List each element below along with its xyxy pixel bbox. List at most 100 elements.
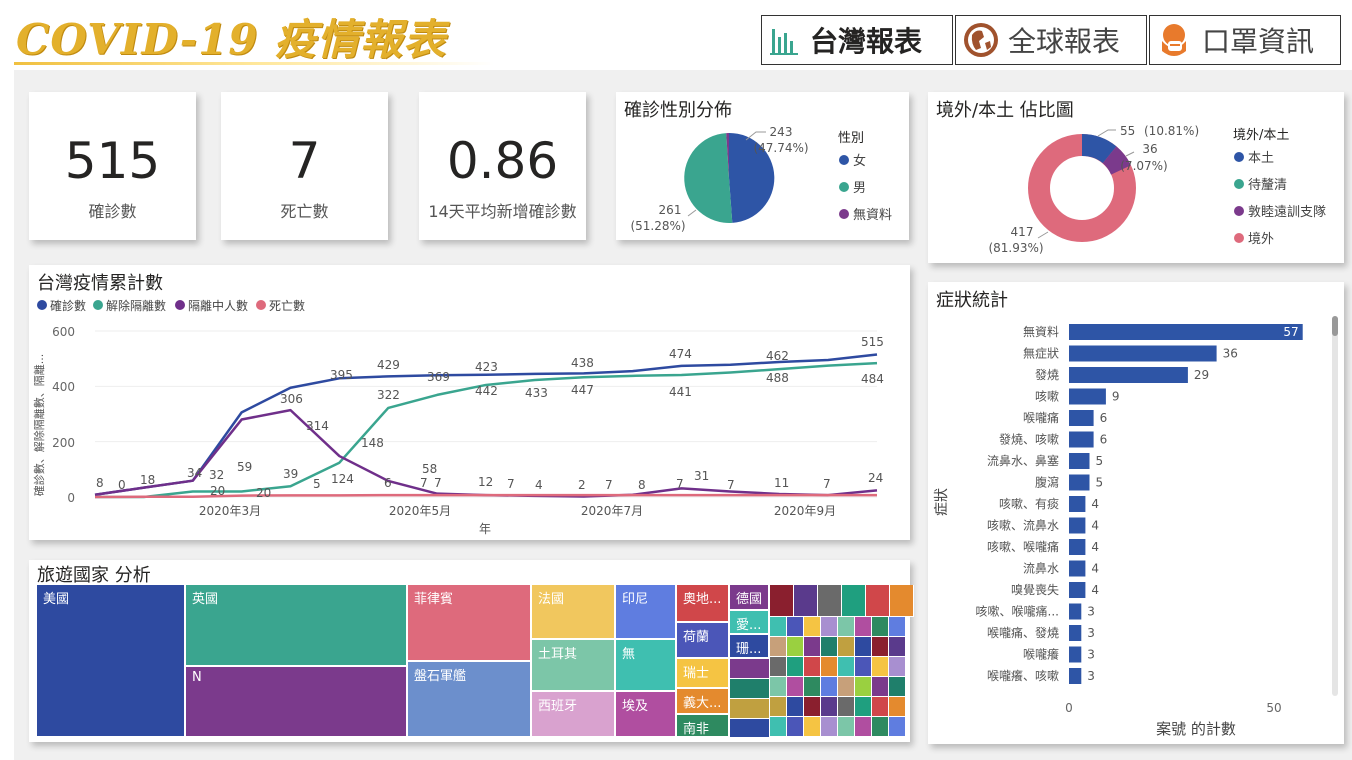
treemap-tile-small[interactable] (730, 719, 770, 738)
treemap-tile-small[interactable] (838, 657, 855, 677)
kpi-card-confirmed[interactable]: 515 確診數 (29, 92, 196, 240)
symptoms-bar-card[interactable]: 症狀統計 症狀 0 50 案號 的計數 無資料 57 無症狀 36 發燒 29 咳嗽 9 喉嚨痛… (928, 282, 1344, 744)
symptom-bar[interactable] (1069, 603, 1082, 620)
treemap-tile-small[interactable] (855, 617, 872, 637)
treemap-tile-small[interactable] (804, 637, 821, 657)
treemap-tile[interactable]: 菲律賓 (408, 585, 532, 662)
legend-item[interactable]: 解除隔離數 (106, 298, 166, 313)
treemap-tile-small[interactable] (787, 637, 804, 657)
symptom-bar[interactable] (1069, 539, 1086, 555)
kpi-card-14day-avg[interactable]: 0.86 14天平均新增確診數 (419, 92, 586, 240)
legend-item[interactable]: 敦睦遠訓支隊 (1248, 204, 1326, 220)
treemap-tile-small[interactable] (889, 717, 906, 737)
treemap-tile-small[interactable] (787, 617, 804, 637)
treemap-tile-small[interactable] (872, 617, 889, 637)
treemap-tile-small[interactable] (770, 697, 787, 717)
treemap-tile-small[interactable] (889, 617, 906, 637)
treemap-tile-small[interactable] (838, 697, 855, 717)
symptom-bar[interactable] (1069, 367, 1188, 383)
treemap-tile-small[interactable] (787, 697, 804, 717)
treemap-tile[interactable]: 德國 (730, 585, 770, 611)
treemap-tile-small[interactable] (787, 657, 804, 677)
treemap-tile-small[interactable] (889, 677, 906, 697)
treemap-tile-small[interactable] (730, 659, 770, 679)
nav-button-mask-info[interactable]: 口罩資訊 (1149, 15, 1341, 65)
treemap-tile-small[interactable] (787, 717, 804, 737)
legend-item[interactable]: 女 (853, 153, 866, 169)
treemap-tile[interactable]: N (186, 667, 408, 738)
symptom-bar[interactable] (1069, 646, 1082, 663)
treemap-tile-small[interactable] (804, 677, 821, 697)
treemap-tile-small[interactable] (842, 585, 866, 617)
treemap-tile-small[interactable] (838, 677, 855, 697)
symptom-bar[interactable] (1069, 625, 1082, 641)
treemap-tile-small[interactable] (855, 697, 872, 717)
cumulative-line-card[interactable]: 台灣疫情累計數 確診數 解除隔離數 隔離中人數 死亡數 600 400 200 … (29, 265, 910, 540)
treemap-tile-small[interactable] (890, 585, 914, 617)
scrollbar-thumb[interactable] (1332, 316, 1338, 336)
treemap-tile-small[interactable] (821, 677, 838, 697)
treemap-tile[interactable]: 西班牙 (532, 692, 616, 738)
symptom-bar[interactable] (1069, 582, 1086, 598)
treemap-tile-small[interactable] (818, 585, 842, 617)
treemap-tile-small[interactable] (804, 717, 821, 737)
treemap-tile[interactable]: 英國 (186, 585, 408, 667)
treemap-tile[interactable]: 法國 (532, 585, 616, 640)
treemap-tile-small[interactable] (866, 585, 890, 617)
treemap-tile-small[interactable] (804, 657, 821, 677)
symptom-bar[interactable] (1069, 517, 1086, 534)
treemap-tile-small[interactable] (855, 657, 872, 677)
gender-pie-card[interactable]: 確診性別分佈 243 (47.74%) 261 (51.28%) 性別 女 男 … (616, 92, 909, 240)
treemap-tile[interactable]: 珊... (730, 635, 770, 659)
treemap-tile[interactable]: 荷蘭 (677, 623, 730, 659)
nav-button-taiwan-report[interactable]: 台灣報表 (761, 15, 953, 65)
treemap-tile-small[interactable] (889, 637, 906, 657)
source-donut-card[interactable]: 境外/本土 佔比圖 55 (10.81%) 36 (7.07%) 417 (81… (928, 92, 1344, 263)
treemap-tile-small[interactable] (821, 697, 838, 717)
treemap-tile[interactable]: 瑞士 (677, 659, 730, 689)
treemap-tile[interactable]: 盤石軍艦 (408, 662, 532, 738)
treemap-tile-small[interactable] (889, 697, 906, 717)
treemap-tile-small[interactable] (821, 717, 838, 737)
legend-item[interactable]: 境外 (1248, 232, 1274, 247)
treemap-tile-small[interactable] (872, 677, 889, 697)
kpi-card-deaths[interactable]: 7 死亡數 (221, 92, 388, 240)
legend-item[interactable]: 本土 (1248, 151, 1274, 166)
treemap-tile[interactable]: 印尼 (616, 585, 677, 640)
legend-item[interactable]: 男 (853, 181, 866, 196)
symptom-bar[interactable] (1069, 324, 1303, 340)
treemap-tile-small[interactable] (770, 637, 787, 657)
nav-button-global-report[interactable]: 全球報表 (955, 15, 1147, 65)
treemap-tile-small[interactable] (855, 717, 872, 737)
symptom-bar[interactable] (1069, 431, 1094, 448)
legend-item[interactable]: 無資料 (853, 208, 892, 223)
treemap-tile-small[interactable] (872, 717, 889, 737)
treemap-tile-small[interactable] (821, 657, 838, 677)
treemap-tile-small[interactable] (821, 637, 838, 657)
treemap-tile[interactable]: 愛... (730, 611, 770, 635)
treemap-tile-small[interactable] (770, 677, 787, 697)
treemap-tile-small[interactable] (838, 617, 855, 637)
pie-slice-male[interactable] (684, 133, 733, 224)
symptom-bar[interactable] (1069, 345, 1217, 362)
treemap-tile[interactable]: 埃及 (616, 692, 677, 738)
treemap-tile[interactable]: 土耳其 (532, 640, 616, 692)
symptom-bar[interactable] (1069, 668, 1082, 684)
treemap-tile-small[interactable] (855, 677, 872, 697)
treemap-tile[interactable]: 美國 (37, 585, 186, 738)
symptom-bar[interactable] (1069, 560, 1086, 577)
treemap-tile[interactable]: 奧地... (677, 585, 730, 623)
legend-item[interactable]: 隔離中人數 (188, 298, 248, 313)
treemap-tile-small[interactable] (872, 657, 889, 677)
treemap-tile-small[interactable] (889, 657, 906, 677)
treemap-tile-small[interactable] (872, 637, 889, 657)
treemap-tile-small[interactable] (804, 617, 821, 637)
legend-item[interactable]: 待釐清 (1248, 178, 1287, 193)
legend-item[interactable]: 死亡數 (269, 299, 305, 313)
treemap-tile-small[interactable] (770, 585, 794, 617)
treemap-tile-small[interactable] (770, 717, 787, 737)
travel-treemap-card[interactable]: 旅遊國家 分析 美國 英國 N 菲律賓 盤石軍艦 法國 土耳其 西班牙 印尼 無… (29, 560, 914, 742)
treemap-tile-small[interactable] (838, 717, 855, 737)
treemap-tile-small[interactable] (730, 679, 770, 699)
treemap-tile[interactable]: 義大... (677, 689, 730, 715)
